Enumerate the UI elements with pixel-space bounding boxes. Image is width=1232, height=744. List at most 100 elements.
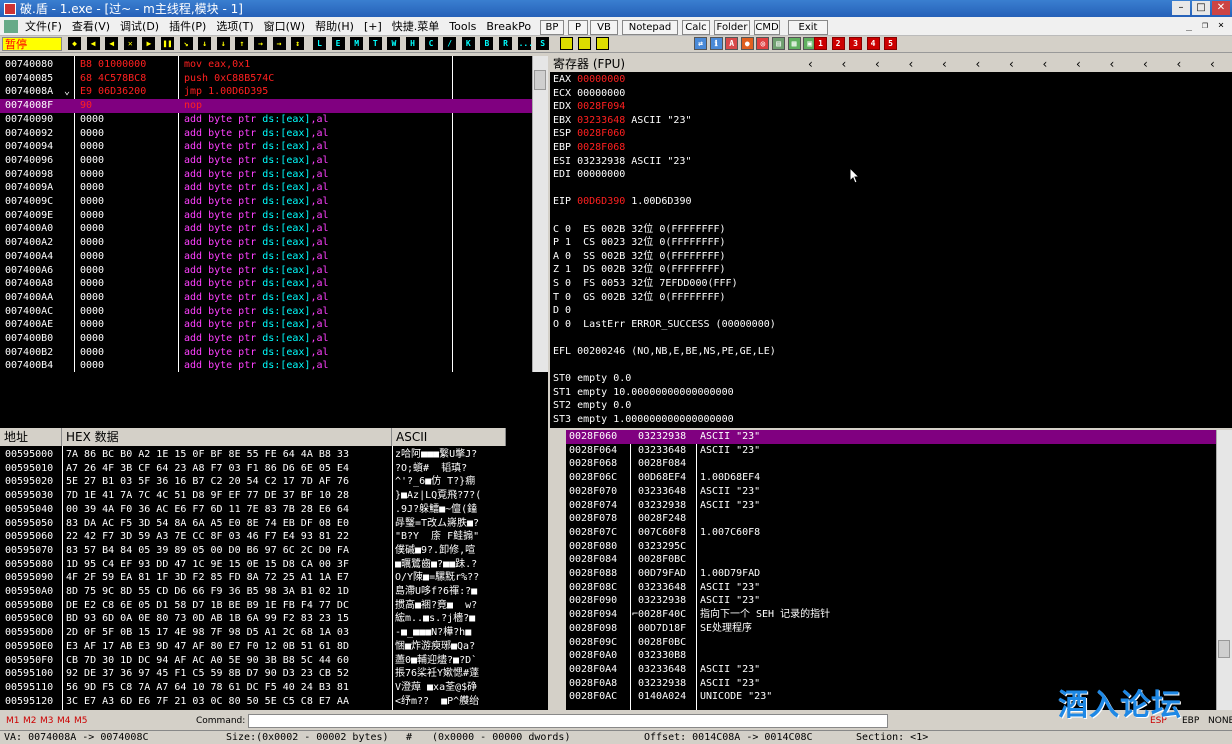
- toolbar-number-button[interactable]: 2: [831, 37, 845, 50]
- toolbar-letter-button[interactable]: H: [406, 37, 419, 50]
- menu-item[interactable]: 文件(F): [20, 18, 67, 34]
- stack-row[interactable]: 0028F068 0028F084: [566, 457, 1216, 471]
- toolbar-letter-button[interactable]: M: [350, 37, 364, 50]
- toolbar-icon[interactable]: ✕: [123, 37, 137, 50]
- toolbar-letter-button[interactable]: E: [331, 37, 345, 50]
- register-line[interactable]: EBP 0028F068: [553, 141, 625, 155]
- disasm-row[interactable]: 00740080 B8 01000000 mov eax,0x1: [0, 58, 532, 72]
- stack-row[interactable]: 0028F094 ⌐ 0028F40C 指向下一个 SEH 记录的指针: [566, 608, 1216, 622]
- register-nav-arrow-icon[interactable]: ‹: [1043, 56, 1048, 72]
- disassembly-pane[interactable]: 00740080 B8 01000000 mov eax,0x1 00740085 68…: [0, 56, 532, 372]
- toolbar-letter-button[interactable]: R: [499, 37, 512, 50]
- menu-item[interactable]: [+]: [359, 20, 387, 33]
- toolbar-list-icon[interactable]: [578, 37, 591, 50]
- toolbar-icon[interactable]: ◆: [68, 37, 81, 50]
- register-line[interactable]: S 0 FS 0053 32位 7EFDD000(FFF): [553, 277, 738, 291]
- menu-item[interactable]: 插件(P): [164, 18, 211, 34]
- register-nav-arrow-icon[interactable]: ‹: [842, 56, 847, 72]
- minimize-icon[interactable]: –: [1172, 1, 1190, 15]
- toolbar-letter-button[interactable]: B: [480, 37, 494, 50]
- toolbar-tool-icon[interactable]: ●: [740, 37, 754, 50]
- register-line[interactable]: ECX 00000000: [553, 87, 625, 101]
- disasm-row[interactable]: 007400B4 0000 add byte ptr ds:[eax],al: [0, 359, 532, 372]
- register-nav-arrow-icon[interactable]: ‹: [1210, 56, 1215, 72]
- tool-button[interactable]: Calc: [682, 20, 710, 35]
- tool-button[interactable]: Notepad: [622, 20, 678, 35]
- toolbar-tool-icon[interactable]: ℹ: [709, 37, 723, 50]
- memory-slot-button[interactable]: M2: [23, 712, 37, 730]
- memory-slot-button[interactable]: M5: [74, 712, 88, 730]
- tool-button[interactable]: Exit: [788, 20, 828, 35]
- disasm-row[interactable]: 0074009C 0000 add byte ptr ds:[eax],al: [0, 195, 532, 209]
- disasm-row[interactable]: 00740085 68 4C578BC8 push 0xC88B574C: [0, 72, 532, 86]
- toolbar-letter-button[interactable]: K: [461, 37, 475, 50]
- stack-row[interactable]: 0028F0A0 032330B8: [566, 649, 1216, 663]
- menu-item[interactable]: Tools: [444, 20, 481, 33]
- disasm-row[interactable]: 00740094 0000 add byte ptr ds:[eax],al: [0, 140, 532, 154]
- register-nav-arrow-icon[interactable]: ‹: [976, 56, 981, 72]
- toolbar-icon[interactable]: ◀: [86, 37, 100, 50]
- register-line[interactable]: O 0 LastErr ERROR_SUCCESS (00000000): [553, 318, 776, 332]
- toolbar-icon[interactable]: ↘: [179, 37, 193, 50]
- register-line[interactable]: D 0: [553, 304, 571, 318]
- disasm-row[interactable]: 0074009A 0000 add byte ptr ds:[eax],al: [0, 181, 532, 195]
- menu-item[interactable]: BreakPo: [481, 20, 536, 33]
- toolbar-icon[interactable]: →: [272, 37, 286, 50]
- register-line[interactable]: ST3 empty 1.000000000000000000: [553, 413, 734, 427]
- menu-app-icon[interactable]: [4, 19, 18, 33]
- tool-button[interactable]: Folder: [714, 20, 750, 35]
- toolbar-icon[interactable]: ◀: [105, 37, 119, 50]
- toolbar-letter-button[interactable]: W: [387, 37, 401, 50]
- stack-row[interactable]: 0028F060 03232938 ASCII "23": [566, 430, 1216, 444]
- menu-item[interactable]: 窗口(W): [259, 18, 310, 34]
- toolbar-number-button[interactable]: 5: [884, 37, 897, 50]
- stack-row[interactable]: 0028F07C 007C60F8 1.007C60F8: [566, 526, 1216, 540]
- stack-row[interactable]: 0028F0A4 03233648 ASCII "23": [566, 663, 1216, 677]
- register-nav-arrow-icon[interactable]: ‹: [1110, 56, 1115, 72]
- stack-row[interactable]: 0028F088 00D79FAD 1.00D79FAD: [566, 567, 1216, 581]
- command-input[interactable]: [248, 714, 888, 728]
- disasm-row[interactable]: 007400AE 0000 add byte ptr ds:[eax],al: [0, 318, 532, 332]
- mdi-close-icon[interactable]: ×: [1214, 19, 1228, 32]
- register-nav-arrow-icon[interactable]: ‹: [1143, 56, 1148, 72]
- toolbar-letter-button[interactable]: ...: [517, 37, 533, 50]
- menu-item[interactable]: 调试(D): [115, 18, 164, 34]
- register-line[interactable]: ST2 empty 0.0: [553, 399, 631, 413]
- stack-row[interactable]: 0028F06C 00D68EF4 1.00D68EF4: [566, 471, 1216, 485]
- mdi-restore-icon[interactable]: ❐: [1198, 19, 1212, 32]
- toolbar-icon[interactable]: →: [254, 37, 267, 50]
- register-line[interactable]: ESP 0028F060: [553, 127, 625, 141]
- register-line[interactable]: EAX 00000000: [553, 73, 625, 87]
- register-line[interactable]: P 1 CS 0023 32位 0(FFFFFFFF): [553, 236, 726, 250]
- register-line[interactable]: ST1 empty 10.00000000000000000: [553, 386, 734, 400]
- register-nav-arrow-icon[interactable]: ‹: [808, 56, 813, 72]
- hex-col-ascii[interactable]: ASCII: [392, 428, 506, 446]
- register-line[interactable]: EFL 00200246 (NO,NB,E,BE,NS,PE,GE,LE): [553, 345, 776, 359]
- disasm-row[interactable]: 0074008F 90 nop: [0, 99, 532, 113]
- menu-item[interactable]: 查看(V): [67, 18, 115, 34]
- tool-button[interactable]: P: [568, 20, 588, 35]
- toolbar-icon[interactable]: ↓: [198, 37, 212, 50]
- register-nav-arrow-icon[interactable]: ‹: [1177, 56, 1182, 72]
- toolbar-number-button[interactable]: 4: [866, 37, 880, 50]
- disasm-row[interactable]: 007400A0 0000 add byte ptr ds:[eax],al: [0, 222, 532, 236]
- disasm-row[interactable]: 007400AC 0000 add byte ptr ds:[eax],al: [0, 305, 532, 319]
- stack-row[interactable]: 0028F09C 0028F0BC: [566, 636, 1216, 650]
- stack-row[interactable]: 0028F090 03232938 ASCII "23": [566, 594, 1216, 608]
- stack-row[interactable]: 0028F08C 03233648 ASCII "23": [566, 581, 1216, 595]
- register-line[interactable]: EBX 03233648 ASCII "23": [553, 114, 692, 128]
- register-nav-arrow-icon[interactable]: ‹: [942, 56, 947, 72]
- register-line[interactable]: EDI 00000000: [553, 168, 625, 182]
- disasm-row[interactable]: 007400B2 0000 add byte ptr ds:[eax],al: [0, 346, 532, 360]
- stack-row[interactable]: 0028F080 0323295C: [566, 540, 1216, 554]
- memory-slot-button[interactable]: M3: [40, 712, 54, 730]
- register-nav-arrow-icon[interactable]: ‹: [875, 56, 880, 72]
- toolbar-icon[interactable]: ↑: [235, 37, 249, 50]
- toolbar-icon[interactable]: ↕: [291, 37, 305, 50]
- toolbar-letter-button[interactable]: /: [443, 37, 457, 50]
- toolbar-letter-button[interactable]: L: [313, 37, 326, 50]
- command-reg-label[interactable]: NONE: [1208, 712, 1232, 730]
- memory-slot-button[interactable]: M1: [6, 712, 20, 730]
- register-line[interactable]: ST0 empty 0.0: [553, 372, 631, 386]
- stack-row[interactable]: 0028F070 03233648 ASCII "23": [566, 485, 1216, 499]
